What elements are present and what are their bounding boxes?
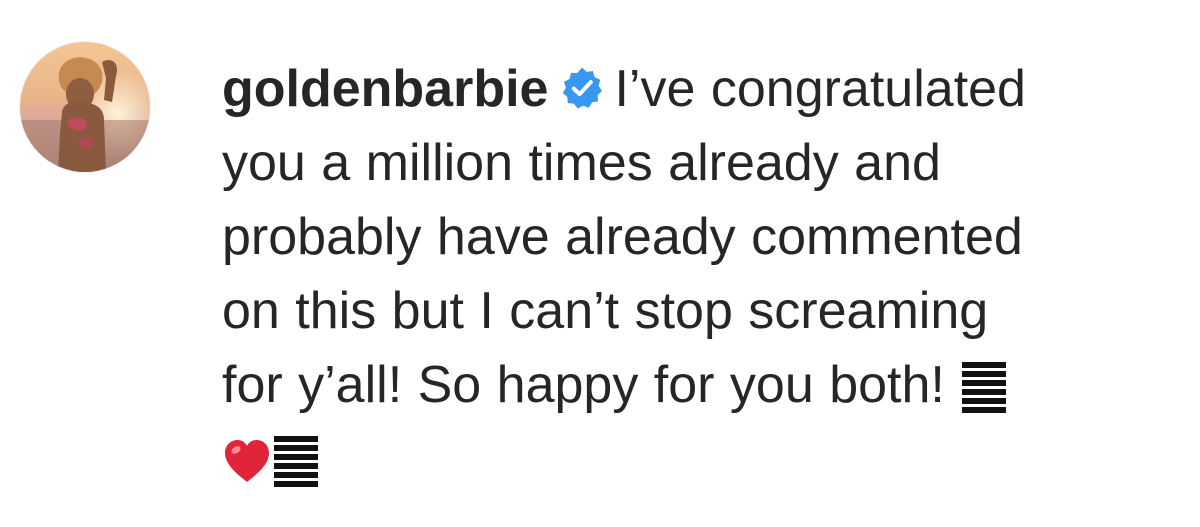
comment-line-5: for y’all! So happy for you both! xyxy=(222,348,1172,422)
comment-text-line-1: I’ve congratulated xyxy=(614,60,1026,118)
verified-badge-icon xyxy=(560,66,604,110)
comment: goldenbarbie I’ve congratulated you a mi… xyxy=(0,0,1200,527)
avatar-image xyxy=(20,42,150,172)
comment-line-1: goldenbarbie I’ve congratulated xyxy=(222,52,1172,126)
heart-emoji-icon xyxy=(222,438,272,484)
comment-text-line-5: for y’all! So happy for you both! xyxy=(222,356,945,414)
username-link[interactable]: goldenbarbie xyxy=(222,60,548,118)
comment-line-4: on this but I can’t stop screaming xyxy=(222,282,989,340)
comment-line-3: probably have already commented xyxy=(222,208,1023,266)
avatar[interactable] xyxy=(20,42,150,172)
comment-line-2: you a million times already and xyxy=(222,134,941,192)
unrendered-emoji-icon xyxy=(272,434,320,492)
unrendered-emoji-icon xyxy=(960,360,1008,418)
comment-line-6 xyxy=(222,422,1172,496)
comment-text: goldenbarbie I’ve congratulated you a mi… xyxy=(222,52,1172,496)
